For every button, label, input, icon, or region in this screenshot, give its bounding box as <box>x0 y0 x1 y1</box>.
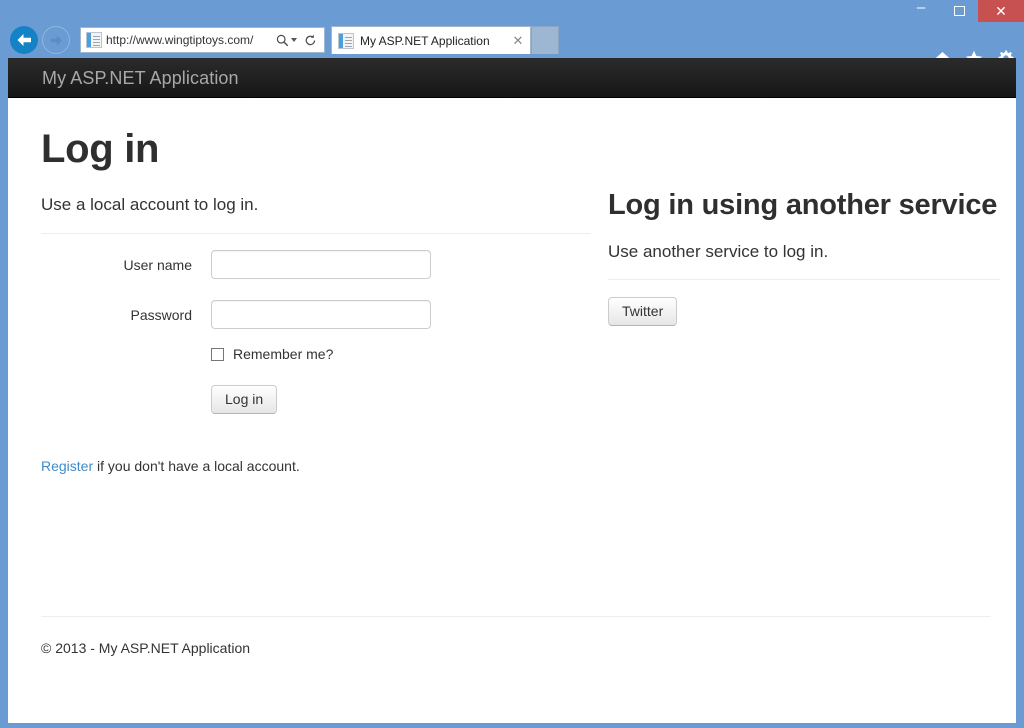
page-icon <box>338 32 354 49</box>
local-login-lead: Use a local account to log in. <box>41 195 259 214</box>
external-login-lead: Use another service to log in. <box>608 242 829 262</box>
search-icon[interactable] <box>273 30 291 50</box>
footer-divider <box>41 616 991 617</box>
remember-me-label[interactable]: Remember me? <box>233 346 333 362</box>
chevron-down-icon[interactable] <box>291 38 297 42</box>
address-url-text: http://www.wingtiptoys.com/ <box>106 33 254 47</box>
register-line: Register if you don't have a local accou… <box>41 458 591 474</box>
tab-title: My ASP.NET Application <box>360 33 490 48</box>
address-favicon <box>86 32 102 48</box>
maximize-icon <box>953 6 965 16</box>
address-bar[interactable]: http://www.wingtiptoys.com/ <box>80 27 325 53</box>
page-container: Log in Use a local account to log in. Us… <box>8 127 1016 656</box>
register-rest-text: if you don't have a local account. <box>93 458 300 475</box>
refresh-icon[interactable] <box>301 30 319 50</box>
arrow-right-icon <box>50 35 62 45</box>
remember-me-checkbox[interactable] <box>211 347 224 361</box>
external-providers: Twitter <box>608 297 1000 327</box>
close-button[interactable]: ✕ <box>978 0 1024 22</box>
external-login-divider <box>608 279 1000 281</box>
title-bar: – ✕ <box>0 0 1024 22</box>
password-row: Password <box>41 300 591 330</box>
close-icon: ✕ <box>995 3 1007 19</box>
login-form: User name Password Remember me? Log in <box>41 250 591 415</box>
arrow-left-icon <box>17 34 31 46</box>
window-controls: – ✕ <box>902 0 1024 22</box>
local-login-column: Use a local account to log in. User name… <box>41 194 591 474</box>
browser-navigation-strip: http://www.wingtiptoys.com/ My ASP.NET A… <box>0 22 1024 66</box>
external-login-column: Log in using another service Use another… <box>608 189 1000 474</box>
remember-me-row: Remember me? <box>211 346 591 362</box>
username-row: User name <box>41 250 591 280</box>
local-login-divider <box>41 233 591 235</box>
page-title: Log in <box>41 127 160 171</box>
username-label: User name <box>123 256 192 273</box>
forward-button[interactable] <box>42 26 70 54</box>
password-label: Password <box>130 306 192 323</box>
new-tab-button[interactable] <box>531 26 559 54</box>
minimize-button[interactable]: – <box>902 0 940 22</box>
twitter-login-button[interactable]: Twitter <box>608 297 678 327</box>
site-brand[interactable]: My ASP.NET Application <box>8 68 239 89</box>
page-viewport: My ASP.NET Application Log in Use a loca… <box>8 58 1016 723</box>
address-bar-tools <box>273 30 321 50</box>
register-link[interactable]: Register <box>41 458 93 474</box>
tab-close-icon[interactable]: ✕ <box>510 33 526 49</box>
external-login-heading: Log in using another service <box>608 189 998 221</box>
site-navbar: My ASP.NET Application <box>8 58 1016 98</box>
footer-copyright: © 2013 - My ASP.NET Application <box>41 640 251 656</box>
tab-strip: My ASP.NET Application ✕ <box>331 26 559 56</box>
back-button[interactable] <box>10 26 38 54</box>
maximize-button[interactable] <box>940 0 978 22</box>
login-submit-button[interactable]: Log in <box>211 385 278 415</box>
content-columns: Use a local account to log in. User name… <box>41 189 1000 474</box>
tab-favicon <box>338 32 354 49</box>
minimize-icon: – <box>916 0 926 16</box>
tab-my-aspnet-application[interactable]: My ASP.NET Application ✕ <box>331 26 531 54</box>
username-input[interactable] <box>211 250 431 280</box>
password-input[interactable] <box>211 300 431 330</box>
browser-window: – ✕ http://www.wingtiptoys.com/ My ASP.N… <box>0 0 1024 728</box>
page-icon <box>86 32 102 48</box>
login-button-wrap: Log in <box>211 385 591 415</box>
